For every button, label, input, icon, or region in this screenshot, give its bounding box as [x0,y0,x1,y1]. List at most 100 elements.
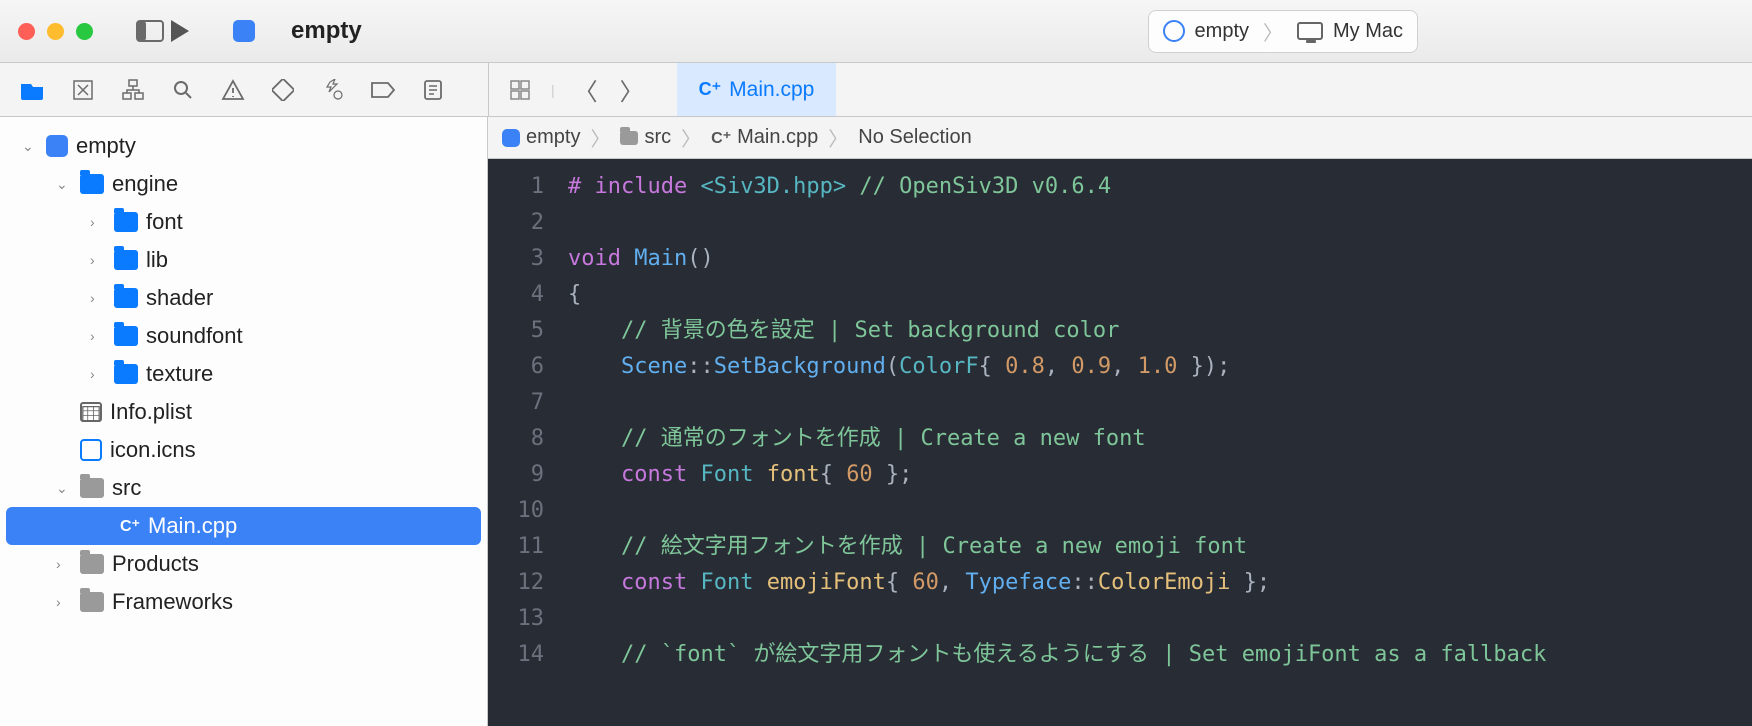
symbol-navigator-icon[interactable] [118,75,148,105]
scheme-icon [1163,20,1185,42]
tree-row-engine[interactable]: ⌄engine [0,165,487,203]
chevron-right-icon[interactable]: › [90,290,106,306]
scheme-target-name: empty [1195,20,1249,43]
editor-tab-main-cpp[interactable]: C⁺ Main.cpp [677,63,837,116]
report-navigator-icon[interactable] [418,75,448,105]
source-control-navigator-icon[interactable] [68,75,98,105]
go-back-button[interactable]: 〈 [571,75,601,105]
go-forward-button[interactable]: 〉 [617,75,647,105]
app-icon [46,135,68,157]
code-line[interactable] [568,601,1752,637]
tab-label: Main.cpp [729,78,814,102]
code-line[interactable]: // `font` が絵文字用フォントも使えるようにする | Set emoji… [568,637,1752,673]
chevron-down-icon[interactable]: ⌄ [22,138,38,155]
tree-row-src[interactable]: ⌄src [0,469,487,507]
code-line[interactable]: void Main() [568,241,1752,277]
mac-icon [1297,22,1323,40]
scheme-name: empty [291,17,362,45]
line-number: 10 [488,493,544,529]
code-line[interactable] [568,205,1752,241]
breadcrumb-project[interactable]: empty [526,126,580,149]
zoom-window-button[interactable] [76,23,93,40]
cpp-file-icon: C⁺ [120,516,140,536]
related-items-icon[interactable] [505,75,535,105]
tree-row-main-cpp[interactable]: C⁺Main.cpp [6,507,481,545]
project-icon [233,20,255,42]
toolbar: | 〈 〉 C⁺ Main.cpp [0,63,1752,117]
chevron-right-icon: 〉 [590,123,610,152]
tree-row-soundfont[interactable]: ›soundfont [0,317,487,355]
breadcrumb-folder[interactable]: src [644,126,671,149]
find-navigator-icon[interactable] [168,75,198,105]
chevron-right-icon: 〉 [681,123,701,152]
chevron-right-icon[interactable]: › [90,366,106,382]
code-line[interactable]: # include <Siv3D.hpp> // OpenSiv3D v0.6.… [568,169,1752,205]
close-window-button[interactable] [18,23,35,40]
tree-row-info-plist[interactable]: Info.plist [0,393,487,431]
folder-icon [620,131,638,145]
tree-row-lib[interactable]: ›lib [0,241,487,279]
code-line[interactable]: { [568,277,1752,313]
tree-item-label: font [146,209,183,235]
icns-icon [80,439,102,461]
code-line[interactable]: Scene::SetBackground(ColorF{ 0.8, 0.9, 1… [568,349,1752,385]
code-line[interactable] [568,385,1752,421]
line-number: 13 [488,601,544,637]
tree-item-label: shader [146,285,213,311]
code-editor[interactable]: 1234567891011121314 # include <Siv3D.hpp… [488,159,1752,726]
tree-row-frameworks[interactable]: ›Frameworks [0,583,487,621]
line-number: 12 [488,565,544,601]
tree-row-shader[interactable]: › shader [0,279,487,317]
line-number: 14 [488,637,544,673]
code-line[interactable]: // 通常のフォントを作成 | Create a new font [568,421,1752,457]
tree-row-products[interactable]: › Products [0,545,487,583]
breadcrumb-file[interactable]: Main.cpp [737,126,818,149]
code-line[interactable]: // 絵文字用フォントを作成 | Create a new emoji font [568,529,1752,565]
code-line[interactable] [568,493,1752,529]
folder-icon [114,364,138,384]
breadcrumb-selection[interactable]: No Selection [858,126,971,149]
line-number: 9 [488,457,544,493]
navigator-selector [0,75,488,105]
chevron-right-icon[interactable]: › [56,594,72,610]
folder-icon [114,326,138,346]
code-line[interactable]: const Font emojiFont{ 60, Typeface::Colo… [568,565,1752,601]
chevron-right-icon[interactable]: › [56,556,72,572]
line-number: 3 [488,241,544,277]
line-number: 2 [488,205,544,241]
line-number: 1 [488,169,544,205]
test-navigator-icon[interactable] [268,75,298,105]
run-button[interactable] [167,18,193,44]
tree-row-icon-icns[interactable]: icon.icns [0,431,487,469]
line-number: 7 [488,385,544,421]
scheme-selector[interactable]: empty 〉 My Mac [1148,10,1418,53]
minimize-window-button[interactable] [47,23,64,40]
chevron-right-icon[interactable]: › [90,328,106,344]
project-navigator-icon[interactable] [18,75,48,105]
chevron-right-icon[interactable]: › [90,252,106,268]
code-line[interactable]: const Font font{ 60 }; [568,457,1752,493]
tree-item-label: Products [112,551,199,577]
jump-bar[interactable]: empty 〉 src 〉 C⁺ Main.cpp 〉 No Selection [488,117,1752,159]
tree-row-empty[interactable]: ⌄empty [0,127,487,165]
issue-navigator-icon[interactable] [218,75,248,105]
breakpoint-navigator-icon[interactable] [368,75,398,105]
project-icon [502,129,520,147]
chevron-down-icon[interactable]: ⌄ [56,480,72,497]
tree-row-font[interactable]: › font [0,203,487,241]
scheme-device-name: My Mac [1333,20,1403,43]
folder-icon [80,478,104,498]
toggle-sidebar-button[interactable] [133,17,167,45]
chevron-right-icon[interactable]: › [90,214,106,230]
debug-navigator-icon[interactable] [318,75,348,105]
chevron-down-icon[interactable]: ⌄ [56,176,72,193]
code-line[interactable]: // 背景の色を設定 | Set background color [568,313,1752,349]
tree-row-texture[interactable]: ›texture [0,355,487,393]
line-number: 5 [488,313,544,349]
code-content[interactable]: # include <Siv3D.hpp> // OpenSiv3D v0.6.… [560,159,1752,726]
tree-item-label: icon.icns [110,437,196,463]
line-number: 4 [488,277,544,313]
divider: | [551,82,555,98]
folder-icon [114,250,138,270]
folder-icon [114,288,138,308]
